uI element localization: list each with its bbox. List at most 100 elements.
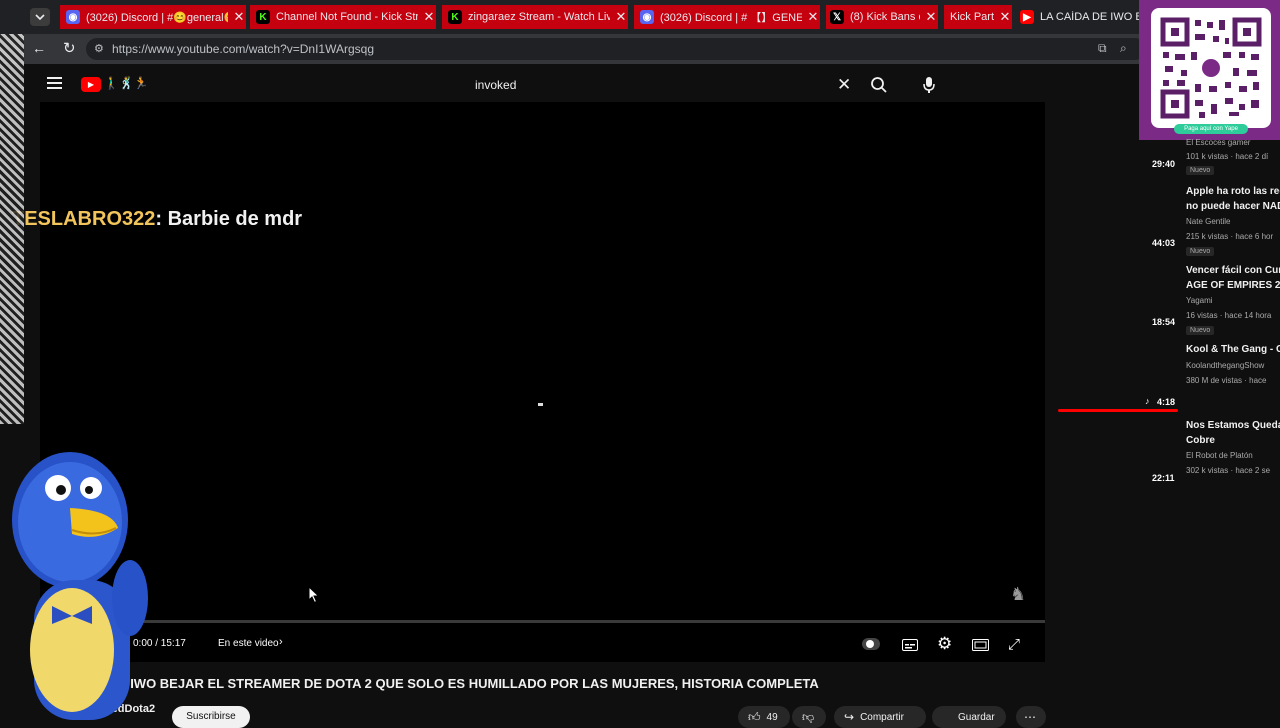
related-views: 215 k vistas · hace 6 hor — [1186, 232, 1274, 241]
related-title: Cobre — [1186, 435, 1215, 446]
save-label: Guardar — [958, 711, 995, 723]
menu-icon[interactable] — [47, 76, 63, 95]
browser-tab[interactable]: 𝕏 (8) Kick Bans on X: " ✕ — [826, 5, 938, 29]
mouse-cursor-icon — [308, 586, 320, 604]
related-channel: El Escoces gamer — [1186, 138, 1251, 147]
close-icon[interactable]: ✕ — [998, 9, 1012, 25]
video-duration: 4:18 — [1157, 397, 1176, 407]
tab-label: LA CAÍDA DE IWO BEJA — [1040, 11, 1140, 23]
related-video-item[interactable]: Apple ha roto las reg no puede hacer NAD… — [1140, 186, 1280, 260]
related-title: AGE OF EMPIRES 2 - — [1186, 280, 1280, 291]
related-channel: KoolandthegangShow — [1186, 361, 1265, 370]
reload-icon[interactable]: ↻ — [63, 39, 76, 57]
stream-chat-overlay: TESLABRO322: Barbie de mdr — [12, 208, 302, 231]
kick-icon: K — [256, 10, 270, 24]
chapters-button[interactable]: En este video — [218, 638, 279, 649]
share-label: Compartir — [860, 711, 904, 723]
tab-label: Channel Not Found - Kick Stream — [276, 11, 418, 23]
close-icon[interactable]: ✕ — [422, 9, 436, 25]
related-video-item[interactable]: Vencer fácil con Cur AGE OF EMPIRES 2 - … — [1140, 265, 1280, 339]
channel-watermark-icon[interactable]: ♞ — [1010, 584, 1026, 605]
close-icon[interactable]: ✕ — [924, 9, 938, 25]
new-badge: Nuevo — [1186, 247, 1215, 256]
settings-gear-icon[interactable]: ⚙ — [937, 634, 952, 654]
related-title: Apple ha roto las reg — [1186, 186, 1280, 197]
theater-mode-icon[interactable] — [972, 638, 989, 656]
qr-payment-badge: Paga aquí con Yape — [1174, 124, 1248, 134]
related-title: no puede hacer NAD — [1186, 201, 1280, 212]
browser-tab[interactable]: ◉ (3026) Discord | # 【】GENERAL ✕ — [634, 5, 820, 29]
share-button[interactable]: ↪ Compartir — [834, 706, 926, 728]
zoom-icon[interactable]: ⌕ — [1120, 41, 1127, 56]
search-icon[interactable] — [870, 76, 888, 99]
tab-label: (8) Kick Bans on X: " — [850, 11, 920, 23]
browser-tab[interactable]: K Channel Not Found - Kick Stream ✕ — [250, 5, 436, 29]
video-player[interactable] — [40, 102, 1045, 662]
related-title: Vencer fácil con Cur — [1186, 265, 1280, 276]
like-count: 49 — [766, 711, 778, 723]
close-icon[interactable]: ✕ — [614, 9, 628, 25]
x-icon: 𝕏 — [830, 10, 844, 24]
watched-progress-bar — [1058, 409, 1178, 412]
clear-search-icon[interactable]: ✕ — [837, 75, 851, 95]
install-app-icon[interactable]: ⧉ — [1098, 41, 1107, 56]
close-icon[interactable]: ✕ — [232, 9, 246, 25]
chat-message: : Barbie de mdr — [155, 208, 303, 230]
share-icon: ↪ — [844, 710, 855, 724]
related-channel: El Robot de Platón — [1186, 451, 1253, 460]
site-info-icon[interactable]: ⚙ — [94, 42, 104, 55]
subscribe-button[interactable]: Suscribirse — [172, 706, 250, 728]
related-views: 16 vistas · hace 14 hora — [1186, 311, 1272, 320]
progress-bar[interactable] — [40, 620, 1045, 623]
microphone-icon[interactable] — [922, 76, 936, 99]
youtube-icon: ▶ — [1020, 10, 1034, 24]
like-button[interactable]: 👍︎ 49 — [738, 706, 790, 728]
chevron-down-icon — [35, 14, 45, 21]
chat-username: TESLABRO322 — [12, 208, 156, 230]
back-icon[interactable]: ← — [32, 40, 46, 56]
related-views: 302 k vistas · hace 2 se — [1186, 466, 1271, 475]
video-duration: 22:11 — [1152, 473, 1175, 483]
more-icon: ⋯ — [1024, 710, 1036, 724]
tab-label: (3026) Discord | #😊general😊 | — [86, 11, 228, 24]
browser-tab[interactable]: K zingaraez Stream - Watch Live on ✕ — [442, 5, 628, 29]
new-badge: Nuevo — [1186, 166, 1215, 175]
search-query: invoked — [475, 78, 517, 92]
youtube-logo-icon[interactable]: ▶ — [81, 77, 101, 92]
dislike-button[interactable]: 👎︎ — [792, 706, 826, 728]
youtube-logo-doodle[interactable]: 🚶‍♂️🕺🏃 — [104, 76, 149, 90]
tab-search-button[interactable] — [30, 8, 50, 26]
discord-icon: ◉ — [640, 10, 654, 24]
discord-icon: ◉ — [66, 10, 80, 24]
qr-code-image — [1160, 17, 1262, 119]
url-text: https://www.youtube.com/watch?v=DnI1WArg… — [112, 42, 375, 56]
related-channel: Yagami — [1186, 296, 1213, 305]
related-video-item[interactable]: Nos Estamos Queda Cobre El Robot de Plat… — [1140, 420, 1280, 484]
penguin-mascot-image — [12, 452, 148, 720]
more-actions-button[interactable]: ⋯ — [1016, 706, 1046, 728]
related-channel: Nate Gentile — [1186, 217, 1231, 226]
music-note-icon: ♪ — [1145, 396, 1150, 406]
video-duration: 44:03 — [1152, 238, 1176, 248]
close-icon[interactable]: ✕ — [806, 9, 820, 25]
related-views: 101 k vistas · hace 2 dí — [1186, 152, 1269, 161]
thumbs-down-icon: 👎︎ — [802, 709, 815, 724]
browser-tab[interactable]: Kick Partn ✕ — [944, 5, 1012, 29]
video-duration: 29:40 — [1152, 159, 1176, 169]
browser-tab[interactable]: ◉ (3026) Discord | #😊general😊 | ✕ — [60, 5, 246, 29]
related-video-item[interactable]: El Escoces gamer 101 k vistas · hace 2 d… — [1140, 136, 1280, 186]
video-duration: 18:54 — [1152, 317, 1176, 327]
video-title: A DE IWO BEJAR EL STREAMER DE DOTA 2 QUE… — [96, 676, 819, 691]
save-button[interactable]: Guardar — [932, 706, 1006, 728]
related-title: Nos Estamos Queda — [1186, 420, 1280, 431]
chevron-right-icon: › — [279, 636, 283, 648]
loading-indicator — [538, 403, 543, 406]
browser-tab-active[interactable]: ▶ LA CAÍDA DE IWO BEJA — [1016, 5, 1140, 29]
related-video-item[interactable]: Kool & The Gang - C KoolandthegangShow 3… — [1140, 344, 1280, 414]
left-overlay-strip — [0, 34, 24, 424]
related-views: 380 M de vistas · hace — [1186, 376, 1267, 385]
subtitles-icon[interactable] — [902, 638, 918, 656]
search-input[interactable] — [462, 70, 862, 100]
autoplay-toggle[interactable] — [862, 638, 880, 650]
fullscreen-icon[interactable]: ⤢ — [1008, 636, 1020, 653]
